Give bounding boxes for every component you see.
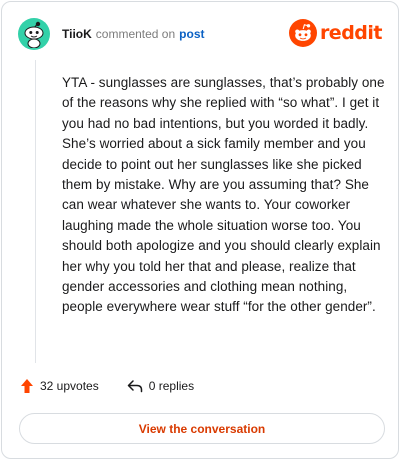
reddit-brand[interactable]: reddit: [288, 19, 383, 47]
user-avatar[interactable]: [18, 18, 50, 50]
post-link[interactable]: post: [179, 27, 204, 41]
reply-button[interactable]: 0 replies: [127, 379, 194, 393]
upvote-button[interactable]: 32 upvotes: [20, 378, 99, 394]
reddit-wordmark: reddit: [319, 22, 383, 44]
view-conversation-button[interactable]: View the conversation: [19, 413, 385, 444]
reply-arrow-icon: [127, 380, 142, 393]
username-link[interactable]: TiioK: [62, 27, 92, 41]
snoo-avatar-icon: [24, 21, 44, 48]
comment-meta: TiioK commented on post: [62, 27, 205, 41]
comment-header: TiioK commented on post reddit: [18, 18, 383, 50]
reddit-logo-icon: [288, 19, 317, 47]
reply-count: 0 replies: [148, 379, 195, 393]
comment-footer: 32 upvotes 0 replies: [20, 378, 194, 394]
thread-line[interactable]: [35, 60, 36, 363]
action-text: commented on: [95, 27, 176, 41]
upvote-count: 32 upvotes: [40, 379, 99, 393]
comment-body: YTA - sunglasses are sunglasses, that’s …: [62, 75, 385, 315]
comment-embed-card: TiioK commented on post reddit YTA - sun…: [1, 1, 399, 459]
upvote-arrow-icon: [21, 379, 33, 393]
